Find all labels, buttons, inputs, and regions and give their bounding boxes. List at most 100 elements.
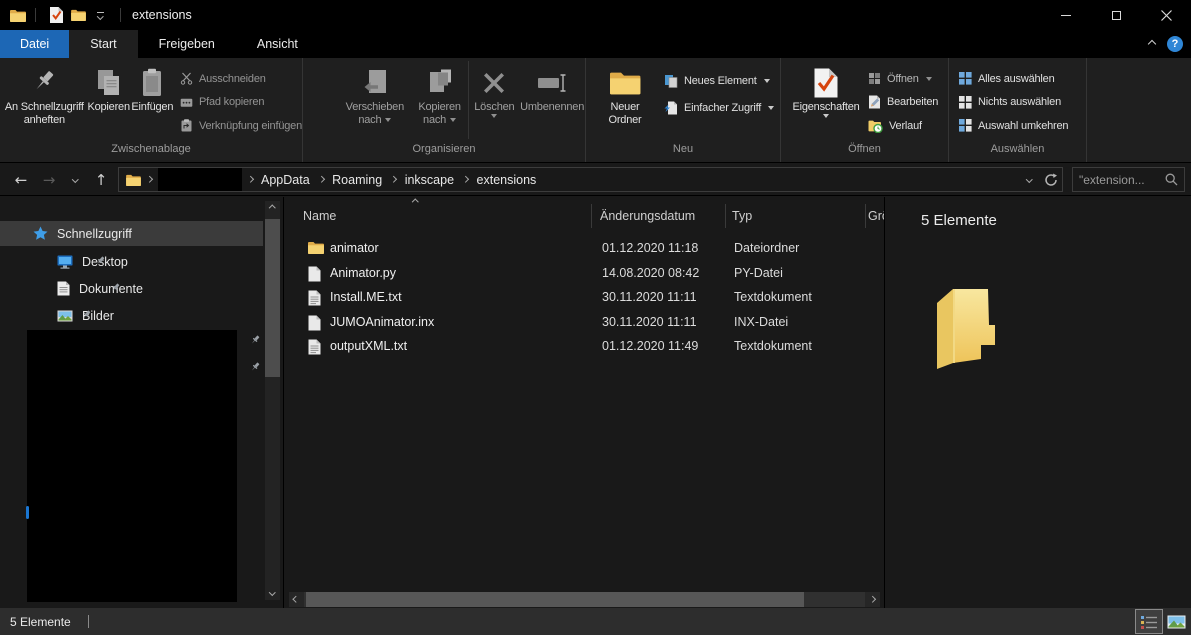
easy-access-button[interactable]: Einfacher Zugriff <box>664 94 774 121</box>
close-button[interactable] <box>1141 0 1191 30</box>
redacted-sidebar-region <box>27 330 237 602</box>
breadcrumb-chevron-icon[interactable] <box>462 176 468 182</box>
scroll-right-arrow[interactable] <box>865 592 880 607</box>
dropdown-caret-icon <box>450 118 456 122</box>
scroll-left-arrow[interactable] <box>289 592 304 607</box>
address-bar[interactable]: AppData Roaming inkscape extensions <box>118 167 1063 192</box>
breadcrumb-item-roaming[interactable]: Roaming <box>329 173 385 187</box>
pin-icon[interactable] <box>94 256 106 268</box>
paste-button[interactable]: Einfügen <box>131 58 174 114</box>
sidebar-item-pictures[interactable]: Bilder <box>0 303 114 328</box>
dropdown-caret-icon <box>823 114 829 118</box>
clipboard-icon <box>140 65 164 101</box>
invert-selection-button[interactable]: Auswahl umkehren <box>959 114 1068 138</box>
move-to-button[interactable]: Verschieben nach <box>339 58 411 127</box>
help-button[interactable]: ? <box>1167 36 1183 52</box>
qat-properties-button[interactable] <box>45 3 67 27</box>
breadcrumb-item-inkscape[interactable]: inkscape <box>402 173 457 187</box>
search-box[interactable]: "extension... <box>1072 167 1185 192</box>
new-folder-button[interactable]: Neuer Ordner <box>596 58 654 127</box>
sort-ascending-icon <box>412 199 418 205</box>
maximize-button[interactable] <box>1091 0 1141 30</box>
scroll-down-arrow[interactable] <box>265 585 280 600</box>
minimize-button[interactable] <box>1041 0 1091 30</box>
rename-button[interactable]: Umbenennen <box>519 58 585 114</box>
file-row-animator[interactable]: animator 01.12.2020 11:18 Dateiordner <box>284 237 884 262</box>
chevron-down-icon <box>97 13 103 19</box>
breadcrumb-chevron-icon[interactable] <box>390 176 396 182</box>
select-all-button[interactable]: Alles auswählen <box>959 67 1068 91</box>
recent-locations-dropdown[interactable] <box>66 163 84 196</box>
file-row-install-me[interactable]: Install.ME.txt 30.11.2020 11:11 Textdoku… <box>284 286 884 311</box>
column-resize-handle[interactable] <box>725 204 726 228</box>
title-bar: extensions <box>0 0 1191 30</box>
forward-button[interactable]: → <box>38 163 60 196</box>
edit-button[interactable]: Bearbeiten <box>868 91 938 115</box>
search-icon[interactable] <box>1165 173 1178 186</box>
pin-to-quick-access-button[interactable]: An Schnellzugriff anheften <box>2 58 87 127</box>
properties-button[interactable]: Eigenschaften <box>789 58 863 118</box>
breadcrumb-chevron-icon[interactable] <box>247 176 253 182</box>
collapse-ribbon-icon[interactable] <box>1148 40 1156 48</box>
tab-freigeben[interactable]: Freigeben <box>138 30 236 58</box>
tab-ansicht[interactable]: Ansicht <box>236 30 319 58</box>
quick-access-star-icon <box>33 226 48 241</box>
thumbnail-view-icon <box>1167 615 1186 629</box>
ribbon-group-organize: Verschieben nach Kopieren nach Löschen <box>303 58 586 162</box>
breadcrumb-chevron-icon[interactable] <box>146 176 152 182</box>
back-button[interactable]: ← <box>10 163 32 196</box>
details-view-button[interactable] <box>1136 610 1162 633</box>
column-resize-handle[interactable] <box>591 204 592 228</box>
tab-start[interactable]: Start <box>69 30 137 58</box>
paste-shortcut-button[interactable]: Verknüpfung einfügen <box>180 114 302 138</box>
history-button[interactable]: Verlauf <box>868 114 938 138</box>
breadcrumb-item-extensions[interactable]: extensions <box>474 173 540 187</box>
qat-new-folder-button[interactable] <box>67 3 89 27</box>
refresh-button[interactable] <box>1040 168 1062 191</box>
open-button[interactable]: Öffnen <box>868 67 938 91</box>
column-header-size[interactable]: Größe <box>868 209 884 223</box>
copy-to-button[interactable]: Kopieren nach <box>411 58 469 127</box>
tab-datei[interactable]: Datei <box>0 30 69 58</box>
scrollbar-thumb[interactable] <box>306 592 804 607</box>
column-resize-handle[interactable] <box>865 204 866 228</box>
copy-icon <box>96 65 122 101</box>
select-none-button[interactable]: Nichts auswählen <box>959 91 1068 115</box>
pin-icon[interactable] <box>249 362 261 374</box>
dropdown-caret-icon <box>926 77 932 81</box>
file-row-animator-py[interactable]: Animator.py 14.08.2020 08:42 PY-Datei <box>284 262 884 287</box>
column-header-name[interactable]: Name <box>303 209 336 223</box>
sidebar-item-quick-access[interactable]: Schnellzugriff <box>0 221 263 246</box>
picture-icon <box>57 310 73 322</box>
sidebar-item-desktop[interactable]: Desktop <box>0 249 128 274</box>
copy-path-button[interactable]: Pfad kopieren <box>180 91 302 115</box>
column-header-type[interactable]: Typ <box>732 209 752 223</box>
breadcrumb-item-appdata[interactable]: AppData <box>258 173 313 187</box>
group-label-open: Öffnen <box>781 141 948 162</box>
pin-icon[interactable] <box>109 283 121 295</box>
sidebar-item-documents[interactable]: Dokumente <box>0 276 143 301</box>
text-file-icon <box>308 290 321 306</box>
titlebar-divider <box>35 8 36 22</box>
scrollbar-track[interactable] <box>304 592 865 607</box>
thumbnail-view-button[interactable] <box>1163 610 1189 633</box>
copy-button[interactable]: Kopieren <box>87 58 131 114</box>
pin-icon[interactable] <box>249 335 261 347</box>
pin-icon[interactable] <box>80 310 92 322</box>
details-pane: 5 Elemente <box>884 197 1191 608</box>
qat-customize-dropdown[interactable] <box>89 3 111 27</box>
new-item-button[interactable]: Neues Element <box>664 67 774 94</box>
address-dropdown-button[interactable] <box>1018 168 1040 191</box>
up-button[interactable]: ↑ <box>90 163 112 196</box>
search-input[interactable]: "extension... <box>1079 173 1165 187</box>
scroll-up-arrow[interactable] <box>265 201 280 216</box>
sidebar-scrollbar[interactable] <box>265 201 280 600</box>
cut-button[interactable]: Ausschneiden <box>180 67 302 91</box>
file-row-outputxml[interactable]: outputXML.txt 01.12.2020 11:49 Textdokum… <box>284 335 884 360</box>
scrollbar-thumb[interactable] <box>265 219 280 377</box>
delete-button[interactable]: Löschen <box>469 58 519 118</box>
breadcrumb-chevron-icon[interactable] <box>318 176 324 182</box>
column-header-date[interactable]: Änderungsdatum <box>600 209 695 223</box>
horizontal-scrollbar[interactable] <box>289 592 880 607</box>
file-row-jumoanimator[interactable]: JUMOAnimator.inx 30.11.2020 11:11 INX-Da… <box>284 311 884 336</box>
